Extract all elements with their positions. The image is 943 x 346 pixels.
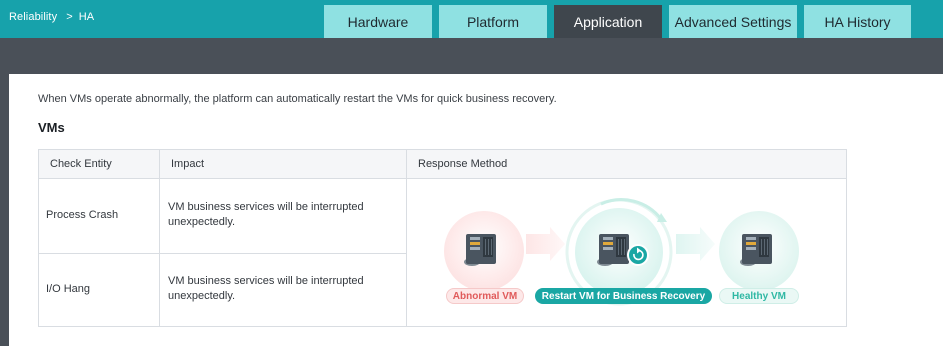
abnormal-vm-label: Abnormal VM [446, 288, 524, 304]
column-divider [406, 150, 407, 326]
section-title: VMs [38, 120, 65, 135]
header-response-method: Response Method [418, 158, 508, 170]
vm-recovery-flow-graphic [444, 198, 799, 306]
server-icon [740, 234, 772, 266]
arrow-to-restart [526, 227, 565, 261]
tab-ha-history[interactable]: HA History [804, 5, 911, 38]
check-entity-table: Check Entity Impact Response Method Proc… [38, 149, 847, 327]
breadcrumb: Reliability > HA [9, 11, 94, 23]
header-check-entity: Check Entity [50, 158, 112, 170]
column-divider [159, 150, 160, 326]
tab-platform[interactable]: Platform [439, 5, 547, 38]
row-entity: I/O Hang [46, 283, 91, 295]
server-icon [464, 234, 496, 266]
row-entity: Process Crash [46, 209, 119, 221]
top-navigation-bar: Reliability > HA Hardware Platform Applica… [0, 0, 943, 38]
arrow-to-healthy [676, 227, 715, 261]
page-description: When VMs operate abnormally, the platfor… [38, 93, 557, 105]
row-impact: VM business services will be interrupted… [168, 201, 364, 228]
tab-application[interactable]: Application [554, 5, 662, 38]
breadcrumb-current: HA [78, 11, 95, 23]
header-impact: Impact [171, 158, 205, 170]
tab-hardware[interactable]: Hardware [324, 5, 432, 38]
row-impact: VM business services will be interrupted… [168, 275, 364, 302]
tab-advanced-settings[interactable]: Advanced Settings [669, 5, 797, 38]
row-divider [39, 253, 407, 254]
content-panel: When VMs operate abnormally, the platfor… [9, 74, 943, 346]
breadcrumb-parent[interactable]: Reliability [9, 11, 57, 23]
breadcrumb-separator: > [66, 11, 73, 23]
restart-icon [627, 244, 649, 266]
healthy-vm-label: Healthy VM [719, 288, 799, 304]
response-method-diagram: Abnormal VM Restart VM for Business Reco… [408, 180, 846, 326]
restart-vm-label: Restart VM for Business Recovery [535, 288, 712, 304]
server-icon [597, 234, 629, 266]
